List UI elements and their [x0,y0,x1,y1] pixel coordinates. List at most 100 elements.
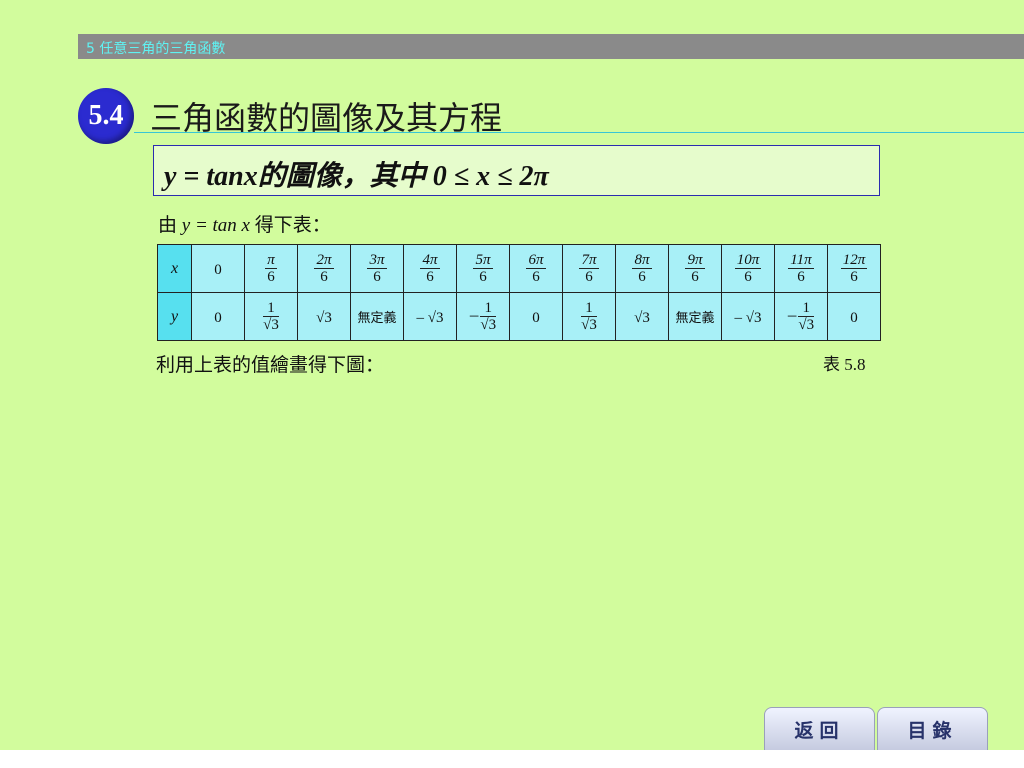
fraction-sign: – [787,305,797,325]
table-cell-y-6: 0 [509,292,563,341]
fraction: 1 √3 [581,300,597,334]
fraction-numerator: 2π [314,251,334,269]
fraction-sign: – [469,305,479,325]
fraction: 1 √3 [263,300,279,334]
cell-value: 無定義 [675,310,715,326]
fraction: 11π 6 [788,251,814,286]
cell-value: 無定義 [357,310,397,326]
cell-value: 0 [850,309,858,326]
table-cell-x-4: 4π 6 [403,244,457,293]
table-cell-x-11: 11π 6 [774,244,828,293]
fraction: 3π 6 [367,251,387,286]
fraction-denominator: 6 [426,269,434,285]
fraction: 1 √3 [798,300,815,334]
table-cell-x-0: 0 [191,244,245,293]
fraction-numerator: 11π [788,251,814,269]
subtitle-box: y = tanx的圖像，其中 0 ≤ x ≤ 2π [153,145,880,196]
table-cell-x-3: 3π 6 [350,244,404,293]
fraction: 7π 6 [579,251,599,286]
fraction-numerator: 1 [480,300,497,317]
cell-value: √3 [634,309,650,326]
fraction-denominator: 6 [320,269,328,285]
cell-value: 0 [214,261,222,278]
fraction: 1 √3 [480,300,497,334]
table-cell-x-7: 7π 6 [562,244,616,293]
table-cell-y-9: 無定義 [668,292,722,341]
fraction: 8π 6 [632,251,652,286]
fraction-denominator: 6 [744,269,752,285]
table-cell-y-11: –1 √3 [774,292,828,341]
fraction-numerator: 10π [734,251,762,269]
bottom-strip [0,750,1024,768]
table-caption: 表 5.8 [823,355,866,374]
table-cell-x-12: 12π 6 [827,244,881,293]
fraction-denominator: 6 [532,269,540,285]
back-button[interactable]: 返回 [764,707,875,751]
fraction-numerator: 4π [420,251,440,269]
fraction: 5π 6 [473,251,493,286]
fraction: 6π 6 [526,251,546,286]
table-cell-y-2: √3 [297,292,351,341]
fraction-denominator: 6 [267,269,275,285]
intro-prefix: 由 [158,215,182,236]
fraction-numerator: 6π [526,251,546,269]
table-cell-x-10: 10π 6 [721,244,775,293]
table-cell-y-7: 1 √3 [562,292,616,341]
subtitle-text: y = tanx的圖像，其中 0 ≤ x ≤ 2π [164,161,549,192]
fraction-denominator: 6 [585,269,593,285]
fraction-denominator: 6 [479,269,487,285]
table-cell-x-9: 9π 6 [668,244,722,293]
contents-button[interactable]: 目錄 [877,707,988,751]
fraction: 10π 6 [734,251,762,286]
table-cell-y-4: – √3 [403,292,457,341]
fraction-numerator: 5π [473,251,493,269]
cell-value: √3 [316,309,332,326]
fraction: 12π 6 [840,251,868,286]
intro-formula: y = tan x [181,215,250,236]
fraction-denominator: √3 [581,317,597,333]
table-cell-x-1: π6 [244,244,298,293]
fraction-numerator: 1 [798,300,815,317]
fraction-numerator: 7π [579,251,599,269]
table-cell-y-12: 0 [827,292,881,341]
table-cell-x-5: 5π 6 [456,244,510,293]
fraction-denominator: 6 [638,269,646,285]
title-divider [134,132,1024,133]
fraction-numerator: 8π [632,251,652,269]
section-number-badge: 5.4 [78,88,134,144]
fraction-denominator: √3 [263,317,279,333]
table-cell-y-10: – √3 [721,292,775,341]
cell-value: 0 [532,309,540,326]
table-cell-x-6: 6π 6 [509,244,563,293]
fraction: 9π 6 [685,251,705,286]
fraction-numerator: π [265,251,277,269]
chapter-header-text: 5 任意三角的三角函數 [86,41,226,57]
fraction-numerator: 9π [685,251,705,269]
fraction-denominator: √3 [798,317,815,333]
cell-value: – √3 [734,309,762,326]
row-header-y: y [157,292,192,341]
fraction-denominator: 6 [373,269,381,285]
table-cell-x-2: 2π 6 [297,244,351,293]
fraction-denominator: √3 [480,317,497,333]
table-cell-y-8: √3 [615,292,669,341]
fraction-numerator: 3π [367,251,387,269]
table-row-y: y 0 1 √3 √3 無定義 – √3–1 √3 0 1 √3 √3 無定義 – √3–1 √3 0 [157,292,881,341]
fraction-denominator: 6 [850,269,858,285]
table-cell-x-8: 8π 6 [615,244,669,293]
table-cell-y-0: 0 [191,292,245,341]
table-cell-y-5: –1 √3 [456,292,510,341]
table-cell-y-1: 1 √3 [244,292,298,341]
cell-value: – √3 [416,309,444,326]
tan-values-table: x 0 π 6 2π 6 3π 6 4π 6 5π 6 6π 6 7π 6 8π 6 9π 6 10π 6 11π 6 12π… [157,244,881,341]
intro-suffix: 得下表： [249,215,331,236]
fraction-denominator: 6 [797,269,805,285]
chapter-header-bar: 5 任意三角的三角函數 [78,34,1024,59]
row-header-x: x [157,244,192,293]
cell-value: 0 [214,309,222,326]
fraction: 2π 6 [314,251,334,286]
fraction-numerator: 1 [581,300,597,317]
fraction: π6 [265,252,277,286]
fraction-numerator: 12π [840,251,868,269]
table-cell-y-3: 無定義 [350,292,404,341]
